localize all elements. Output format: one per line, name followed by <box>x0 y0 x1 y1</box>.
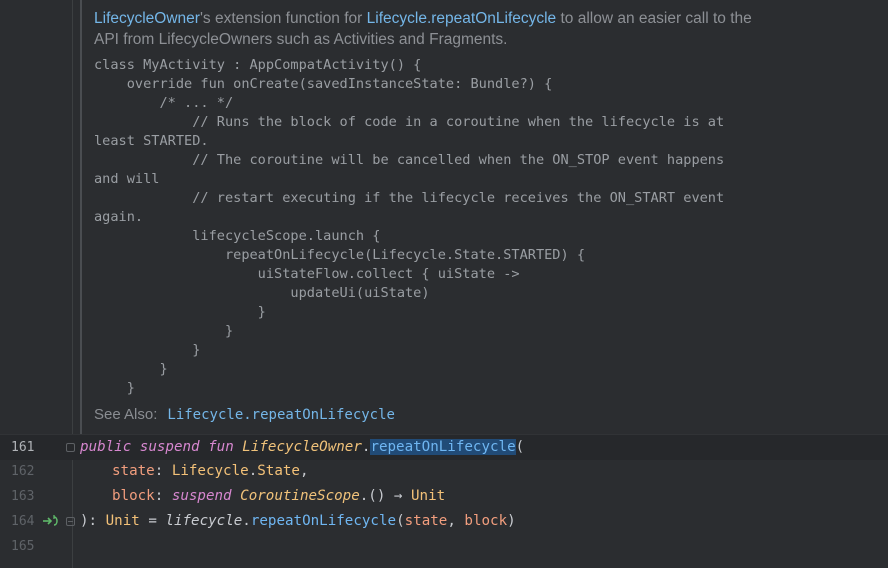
code-token: . <box>248 463 258 479</box>
code-token: : <box>154 488 172 504</box>
keyword: suspend <box>171 488 232 504</box>
doc-link-repeat-on-lifecycle[interactable]: Lifecycle.repeatOnLifecycle <box>367 10 557 27</box>
code-text[interactable]: ): Unit = lifecycle.repeatOnLifecycle(st… <box>80 509 516 534</box>
doc-description: LifecycleOwner's extension function for … <box>94 8 774 50</box>
line-number: 161 <box>11 440 35 455</box>
code-line[interactable]: 163 block: suspend CoroutineScope.() → U… <box>0 484 888 509</box>
doc-text: 's extension function for <box>199 10 367 27</box>
code-token: : <box>154 463 172 479</box>
code-line[interactable]: 162 state: Lifecycle.State, <box>0 459 888 484</box>
parameter-name: state <box>112 463 155 479</box>
code-line[interactable]: 161 public suspend fun LifecycleOwner.re… <box>0 434 888 460</box>
code-text[interactable]: state: Lifecycle.State, <box>112 459 309 484</box>
line-number: 162 <box>11 464 35 479</box>
doc-see-also: See Also: Lifecycle.repeatOnLifecycle <box>94 406 395 423</box>
quick-documentation-panel: LifecycleOwner's extension function for … <box>80 0 888 434</box>
code-line[interactable]: 165 <box>0 534 888 559</box>
fold-marker-icon[interactable] <box>66 517 75 526</box>
see-also-label: See Also: <box>94 406 158 423</box>
parameter-name: block <box>112 488 155 504</box>
function-call: repeatOnLifecycle <box>250 513 397 529</box>
code-token: = <box>139 513 166 529</box>
type-name: Lifecycle <box>171 463 249 479</box>
type-name: CoroutineScope <box>240 488 360 504</box>
code-token: .() → <box>359 488 411 504</box>
type-name: Unit <box>105 513 140 529</box>
code-text[interactable]: block: suspend CoroutineScope.() → Unit <box>112 484 445 509</box>
line-number: 164 <box>11 514 35 529</box>
code-text[interactable]: public suspend fun LifecycleOwner.repeat… <box>80 435 524 460</box>
type-name: State <box>257 463 300 479</box>
code-token: , <box>447 513 465 529</box>
code-token: . <box>242 513 251 529</box>
code-token: , <box>299 463 309 479</box>
recursive-call-icon[interactable] <box>42 514 60 528</box>
function-name-highlighted[interactable]: repeatOnLifecycle <box>370 439 516 455</box>
argument-name: block <box>464 513 508 529</box>
code-token: ( <box>396 513 405 529</box>
receiver-type: LifecycleOwner <box>242 439 362 455</box>
doc-code-sample: class MyActivity : AppCompatActivity() {… <box>94 57 725 396</box>
doc-link-lifecycle-owner[interactable]: LifecycleOwner <box>94 10 200 27</box>
line-number: 163 <box>11 489 35 504</box>
code-token: ): <box>80 513 106 529</box>
see-also-link[interactable]: Lifecycle.repeatOnLifecycle <box>167 407 395 423</box>
argument-name: state <box>404 513 448 529</box>
type-name: Unit <box>411 488 446 504</box>
code-line[interactable]: 164 ): Unit = lifecycle.repeatOnLifecycl… <box>0 509 888 534</box>
code-token: ( <box>515 439 525 455</box>
keyword: public suspend fun <box>80 439 234 455</box>
property-name: lifecycle <box>165 513 243 529</box>
code-token: ) <box>507 513 516 529</box>
fold-marker-icon[interactable] <box>66 443 75 452</box>
line-number: 165 <box>11 539 35 554</box>
